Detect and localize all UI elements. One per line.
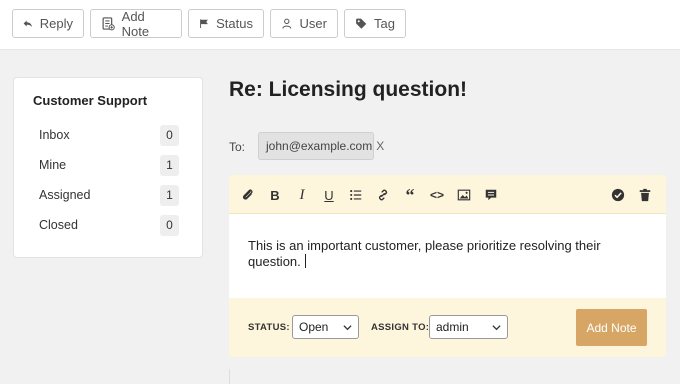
- editor-footer: STATUS: Open ASSIGN TO: admin Add Note: [229, 298, 666, 357]
- user-icon: [282, 18, 292, 29]
- editor-toolbar: B I U “ <>: [229, 175, 666, 214]
- editor-text[interactable]: This is an important customer, please pr…: [248, 238, 628, 269]
- saved-reply-icon[interactable]: [483, 187, 499, 203]
- status-select-value: Open: [299, 320, 329, 334]
- top-toolbar: Reply Add Note Status User Tag: [0, 0, 680, 50]
- add-note-toolbar-button[interactable]: Add Note: [90, 8, 182, 39]
- user-button[interactable]: User: [270, 9, 338, 38]
- note-icon: [102, 17, 115, 31]
- text-caret: [304, 253, 306, 268]
- image-icon[interactable]: [456, 187, 472, 203]
- sidebar-item-count: 1: [160, 184, 179, 206]
- code-icon[interactable]: <>: [429, 187, 445, 203]
- editor-text-content: This is an important customer, please pr…: [248, 238, 601, 269]
- status-label: STATUS:: [248, 322, 290, 333]
- remove-recipient-button[interactable]: X: [376, 139, 384, 153]
- assign-to-label: ASSIGN TO:: [371, 322, 430, 333]
- reply-button-label: Reply: [39, 16, 73, 31]
- italic-icon[interactable]: I: [294, 187, 310, 203]
- sidebar-item-mine[interactable]: Mine 1: [39, 154, 179, 176]
- sidebar-item-count: 0: [160, 214, 179, 236]
- assign-to-select-value: admin: [436, 320, 469, 334]
- reply-button[interactable]: Reply: [12, 9, 84, 38]
- reply-icon: [23, 20, 33, 28]
- assign-to-select[interactable]: admin: [429, 315, 508, 339]
- sidebar-item-inbox[interactable]: Inbox 0: [39, 124, 179, 146]
- status-button-label: Status: [216, 16, 253, 31]
- user-button-label: User: [299, 16, 327, 31]
- sidebar-item-count: 0: [160, 124, 179, 146]
- sidebar-item-label: Inbox: [39, 128, 70, 142]
- to-label: To:: [229, 140, 246, 154]
- tag-button-label: Tag: [374, 16, 395, 31]
- tag-icon: [356, 18, 367, 29]
- sidebar-item-assigned[interactable]: Assigned 1: [39, 184, 179, 206]
- thread-divider: [229, 369, 666, 384]
- bullet-list-icon[interactable]: [348, 187, 364, 203]
- tag-button[interactable]: Tag: [344, 9, 406, 38]
- attachment-icon[interactable]: [240, 187, 256, 203]
- flag-icon: [200, 19, 208, 28]
- reply-editor: B I U “ <> This is an important customer…: [229, 175, 666, 357]
- bold-icon[interactable]: B: [267, 187, 283, 203]
- status-button[interactable]: Status: [188, 9, 264, 38]
- sidebar-item-closed[interactable]: Closed 0: [39, 214, 179, 236]
- recipient-email: john@example.com: [266, 139, 373, 153]
- sidebar-item-label: Assigned: [39, 188, 91, 202]
- blockquote-icon[interactable]: “: [402, 185, 418, 205]
- check-circle-icon[interactable]: [610, 187, 626, 203]
- sidebar-title: Customer Support: [33, 93, 148, 108]
- trash-icon[interactable]: [637, 187, 653, 203]
- mailbox-sidebar: Customer Support Inbox 0 Mine 1 Assigned…: [13, 77, 203, 258]
- sidebar-item-label: Mine: [39, 158, 67, 172]
- add-note-toolbar-label: Add Note: [121, 8, 150, 39]
- add-note-button[interactable]: Add Note: [576, 309, 647, 346]
- editor-body[interactable]: This is an important customer, please pr…: [229, 214, 666, 298]
- sidebar-item-count: 1: [160, 154, 179, 176]
- underline-icon[interactable]: U: [321, 187, 337, 203]
- link-icon[interactable]: [375, 187, 391, 203]
- ticket-title: Re: Licensing question!: [229, 78, 468, 101]
- recipient-chip[interactable]: john@example.com X: [258, 132, 384, 160]
- sidebar-item-label: Closed: [39, 218, 78, 232]
- status-select[interactable]: Open: [292, 315, 359, 339]
- chevron-down-icon: [343, 325, 352, 331]
- chevron-down-icon: [492, 325, 501, 331]
